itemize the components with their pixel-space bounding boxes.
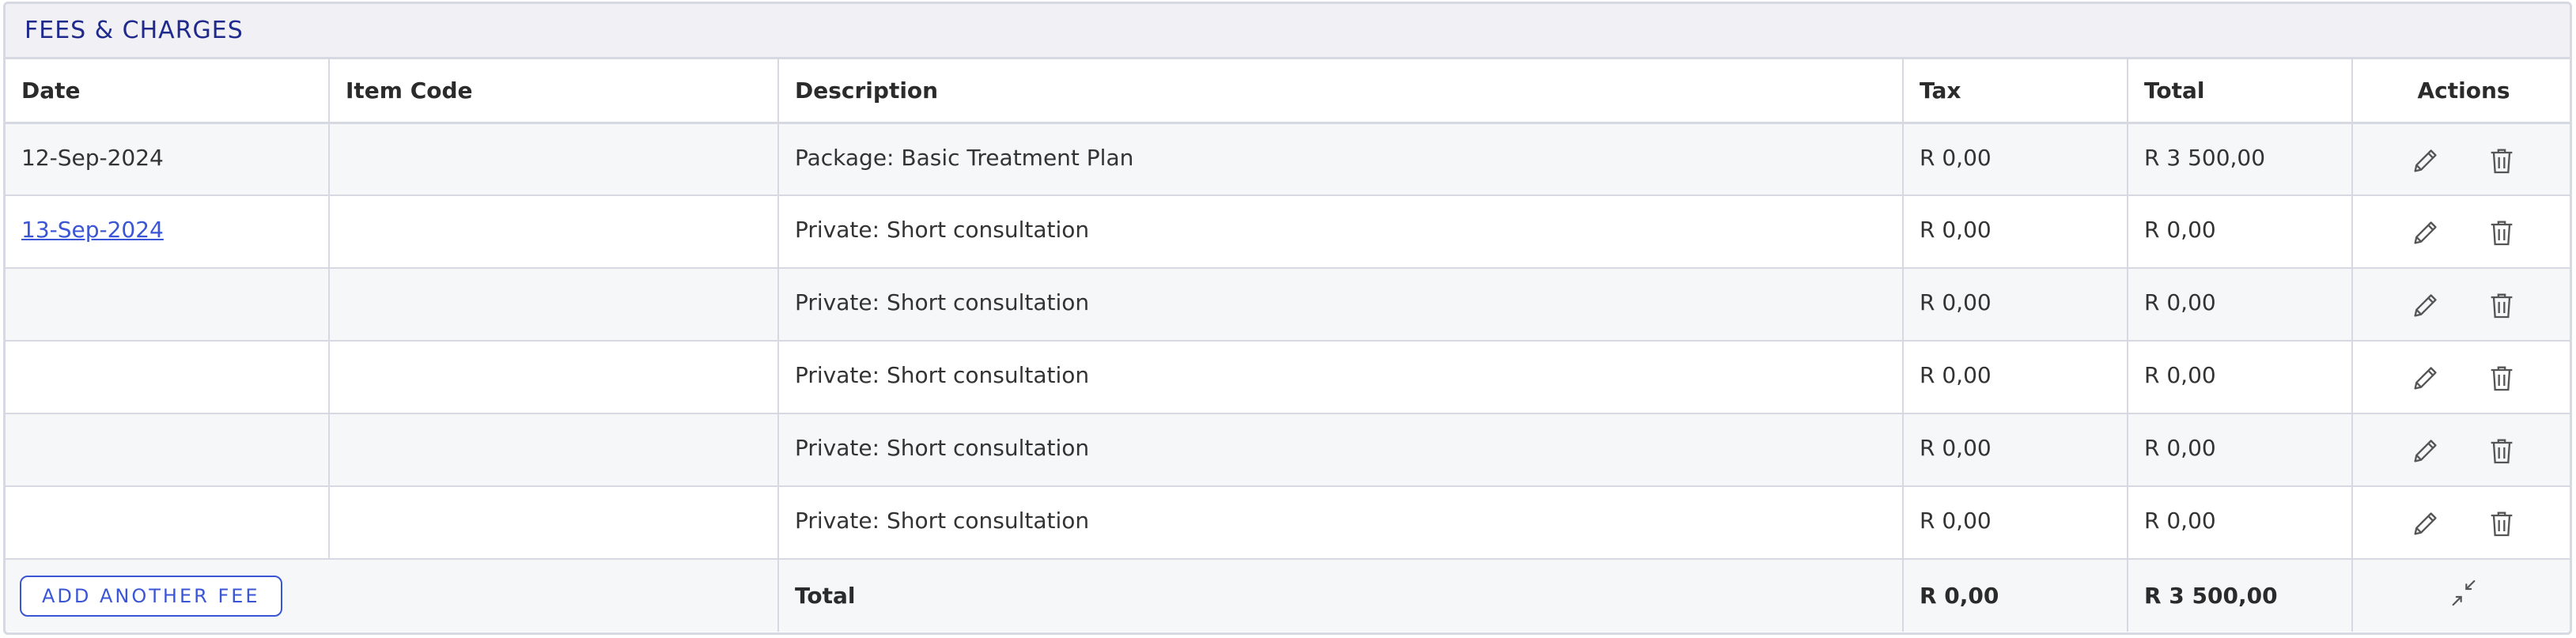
panel-title: FEES & CHARGES [25, 17, 244, 44]
cell-actions [2352, 123, 2570, 196]
column-header-date: Date [6, 59, 330, 124]
column-header-total: Total [2128, 59, 2353, 124]
table-row: Private: Short consultation R 0,00 R 0,0… [6, 486, 2570, 560]
cell-description: Package: Basic Treatment Plan [778, 123, 1904, 196]
cell-actions [2352, 486, 2570, 560]
column-header-actions: Actions [2352, 59, 2570, 124]
add-another-fee-button[interactable]: ADD ANOTHER FEE [20, 575, 282, 617]
pencil-icon[interactable] [2410, 145, 2442, 176]
cell-actions [2352, 341, 2570, 414]
cell-total: R 0,00 [2128, 341, 2353, 414]
cell-tax: R 0,00 [1903, 486, 2128, 560]
date-link[interactable]: 13-Sep-2024 [21, 217, 164, 243]
table-row: 12-Sep-2024 Package: Basic Treatment Pla… [6, 123, 2570, 196]
column-header-item-code: Item Code [329, 59, 779, 124]
cell-actions [2352, 268, 2570, 342]
cell-item-code [329, 341, 779, 414]
trash-icon[interactable] [2486, 217, 2517, 248]
collapse-arrows-icon[interactable] [2448, 577, 2480, 609]
pencil-icon[interactable] [2410, 289, 2442, 321]
cell-tax: R 0,00 [1903, 413, 2128, 487]
cell-description: Private: Short consultation [778, 413, 1904, 487]
cell-item-code [329, 413, 779, 487]
table-row: Private: Short consultation R 0,00 R 0,0… [6, 268, 2570, 342]
cell-total: R 0,00 [2128, 195, 2353, 269]
cell-date [6, 413, 330, 487]
column-header-tax: Tax [1903, 59, 2128, 124]
trash-icon[interactable] [2486, 289, 2517, 321]
table-row: Private: Short consultation R 0,00 R 0,0… [6, 341, 2570, 414]
cell-total: R 0,00 [2128, 268, 2353, 342]
fees-charges-panel: FEES & CHARGES Date Item Code Descriptio… [3, 2, 2572, 635]
panel-header: FEES & CHARGES [6, 4, 2570, 59]
table-header-row: Date Item Code Description Tax Total Act… [6, 59, 2570, 124]
cell-item-code [329, 195, 779, 269]
cell-item-code [329, 486, 779, 560]
cell-tax: R 0,00 [1903, 195, 2128, 269]
column-header-description: Description [778, 59, 1904, 124]
cell-description: Private: Short consultation [778, 486, 1904, 560]
cell-tax: R 0,00 [1903, 123, 2128, 196]
footer-tax-total: R 0,00 [1903, 559, 2128, 632]
fees-table: Date Item Code Description Tax Total Act… [6, 59, 2570, 632]
footer-total-label: Total [778, 559, 1904, 632]
cell-actions [2352, 195, 2570, 269]
footer-actions-cell [2352, 559, 2570, 632]
cell-description: Private: Short consultation [778, 341, 1904, 414]
table-row: 13-Sep-2024 Private: Short consultation … [6, 195, 2570, 269]
trash-icon[interactable] [2486, 362, 2517, 394]
cell-description: Private: Short consultation [778, 195, 1904, 269]
cell-item-code [329, 268, 779, 342]
table-row: Private: Short consultation R 0,00 R 0,0… [6, 413, 2570, 487]
cell-description: Private: Short consultation [778, 268, 1904, 342]
cell-date: 13-Sep-2024 [6, 195, 330, 269]
cell-total: R 0,00 [2128, 486, 2353, 560]
cell-date: 12-Sep-2024 [6, 123, 330, 196]
cell-item-code [329, 123, 779, 196]
cell-total: R 0,00 [2128, 413, 2353, 487]
table-footer-row: ADD ANOTHER FEE Total R 0,00 R 3 500,00 [6, 559, 2570, 632]
cell-date [6, 486, 330, 560]
cell-date [6, 341, 330, 414]
footer-grand-total: R 3 500,00 [2128, 559, 2353, 632]
pencil-icon[interactable] [2410, 217, 2442, 248]
pencil-icon[interactable] [2410, 508, 2442, 539]
trash-icon[interactable] [2486, 435, 2517, 466]
pencil-icon[interactable] [2410, 435, 2442, 466]
pencil-icon[interactable] [2410, 362, 2442, 394]
cell-date [6, 268, 330, 342]
trash-icon[interactable] [2486, 508, 2517, 539]
cell-tax: R 0,00 [1903, 341, 2128, 414]
cell-actions [2352, 413, 2570, 487]
cell-tax: R 0,00 [1903, 268, 2128, 342]
cell-total: R 3 500,00 [2128, 123, 2353, 196]
footer-add-cell: ADD ANOTHER FEE [6, 559, 779, 632]
trash-icon[interactable] [2486, 145, 2517, 176]
